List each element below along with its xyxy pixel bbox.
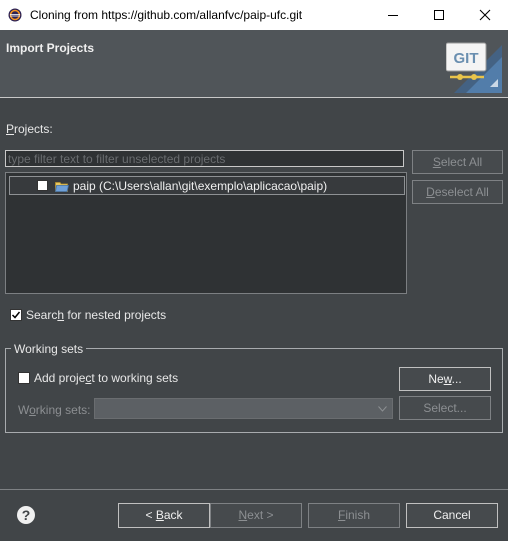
page-title: Import Projects	[6, 41, 95, 55]
add-to-working-sets-checkbox[interactable]	[18, 372, 30, 384]
new-button-rest: ...	[451, 372, 462, 386]
next-button[interactable]: Next >	[210, 503, 302, 528]
projects-label-rest: rojects:	[14, 122, 53, 136]
window-title: Cloning from https://github.com/allanfvc…	[30, 8, 303, 22]
back-prefix: <	[145, 508, 156, 522]
wizard-header: Import Projects GIT	[0, 30, 508, 97]
new-button-prefix: Ne	[428, 372, 444, 386]
add-ws-rest: t to working sets	[91, 371, 179, 385]
next-mnemonic: N	[238, 508, 248, 522]
deselect-all-button[interactable]: Deselect All	[412, 180, 503, 204]
select-all-mnemonic: S	[432, 155, 441, 169]
list-item[interactable]: paip (C:\Users\allan\git\exemplo\aplicac…	[9, 176, 405, 195]
back-mnemonic: B	[155, 508, 164, 522]
minimize-icon	[388, 15, 398, 16]
select-ws-rest: Select...	[423, 401, 467, 415]
project-list[interactable]: paip (C:\Users\allan\git\exemplo\aplicac…	[5, 172, 407, 294]
close-button[interactable]	[462, 0, 508, 30]
eclipse-icon	[8, 8, 22, 22]
search-nested-label: Search for nested projects	[26, 308, 166, 322]
search-nested-checkbox[interactable]	[10, 309, 22, 321]
footer-separator	[0, 489, 508, 490]
minimize-button[interactable]	[370, 0, 416, 30]
checkmark-icon	[11, 311, 21, 319]
working-sets-group-title: Working sets	[11, 342, 87, 356]
finish-button[interactable]: Finish	[308, 503, 400, 528]
finish-rest: inish	[345, 508, 371, 522]
window-titlebar: Cloning from https://github.com/allanfvc…	[0, 0, 508, 30]
projects-label-mnemonic: P	[6, 122, 15, 136]
working-sets-label: Working sets:	[18, 403, 90, 417]
svg-text:GIT: GIT	[454, 50, 479, 67]
project-checkbox[interactable]	[37, 180, 48, 191]
search-nested-prefix: Searc	[26, 308, 58, 322]
working-sets-combo[interactable]	[94, 398, 393, 419]
folder-icon	[55, 182, 69, 192]
add-to-working-sets-label: Add project to working sets	[34, 371, 178, 385]
project-label: paip (C:\Users\allan\git\exemplo\aplicac…	[73, 179, 328, 193]
back-button[interactable]: < Back	[118, 503, 210, 528]
new-button-mnemonic: w	[443, 372, 452, 386]
chevron-down-icon	[378, 406, 387, 412]
deselect-all-mnemonic: D	[426, 185, 435, 199]
maximize-button[interactable]	[416, 0, 462, 30]
projects-label: Projects:	[6, 122, 53, 136]
next-rest: ext >	[247, 508, 274, 522]
ws-label-prefix: W	[18, 403, 30, 417]
ws-label-rest: rking sets:	[35, 403, 91, 417]
help-icon[interactable]: ?	[16, 505, 36, 525]
new-working-set-button[interactable]: New...	[399, 367, 491, 391]
ws-label-mnemonic: o	[29, 403, 36, 417]
git-logo-icon: GIT	[446, 42, 502, 93]
project-filter-input[interactable]	[5, 150, 404, 167]
back-rest: ack	[163, 508, 183, 522]
cancel-button[interactable]: Cancel	[406, 503, 498, 528]
maximize-icon	[434, 10, 444, 20]
select-working-set-button[interactable]: Select...	[399, 396, 491, 420]
select-all-rest: elect All	[440, 155, 483, 169]
deselect-all-rest: eselect All	[434, 185, 489, 199]
search-nested-rest: for nested projects	[64, 308, 167, 322]
svg-text:?: ?	[22, 507, 31, 523]
select-all-button[interactable]: Select All	[412, 150, 503, 174]
add-ws-prefix: Add proje	[34, 371, 86, 385]
header-separator	[0, 97, 508, 98]
close-icon	[479, 9, 491, 21]
